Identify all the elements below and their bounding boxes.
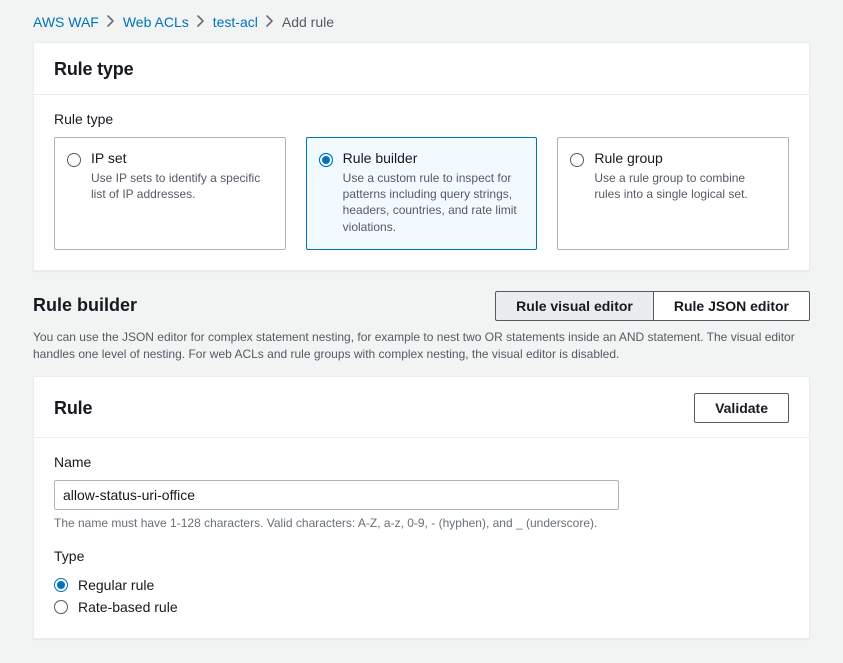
tile-ip-set[interactable]: IP set Use IP sets to identify a specifi…	[54, 137, 286, 250]
radio-rate-based-rule[interactable]: Rate-based rule	[54, 596, 789, 618]
tile-rule-builder[interactable]: Rule builder Use a custom rule to inspec…	[306, 137, 538, 250]
editor-toggle: Rule visual editor Rule JSON editor	[495, 291, 810, 321]
tab-visual-editor[interactable]: Rule visual editor	[495, 291, 653, 321]
radio-icon	[54, 578, 68, 592]
tile-desc: Use a rule group to combine rules into a…	[594, 170, 774, 202]
tile-rule-group[interactable]: Rule group Use a rule group to combine r…	[557, 137, 789, 250]
field-label-rule-type: Rule type	[54, 111, 789, 127]
tile-desc: Use IP sets to identify a specific list …	[91, 170, 271, 202]
radio-label: Regular rule	[78, 577, 154, 593]
radio-label: Rate-based rule	[78, 599, 178, 615]
breadcrumb-link-aws-waf[interactable]: AWS WAF	[33, 14, 99, 30]
breadcrumb-current: Add rule	[282, 14, 334, 30]
validate-button[interactable]: Validate	[694, 393, 789, 423]
radio-icon	[67, 153, 81, 167]
tile-title: IP set	[91, 150, 271, 166]
radio-icon	[319, 153, 333, 167]
panel-title-rule: Rule	[54, 398, 92, 419]
radio-regular-rule[interactable]: Regular rule	[54, 574, 789, 596]
name-hint: The name must have 1-128 characters. Val…	[54, 516, 789, 530]
section-title-rule-builder: Rule builder	[33, 295, 137, 316]
editor-help-text: You can use the JSON editor for complex …	[33, 329, 810, 363]
tile-title: Rule builder	[343, 150, 523, 166]
field-label-name: Name	[54, 454, 789, 470]
breadcrumb-link-web-acls[interactable]: Web ACLs	[123, 14, 189, 30]
rule-name-input[interactable]	[54, 480, 619, 510]
tile-title: Rule group	[594, 150, 774, 166]
radio-icon	[570, 153, 584, 167]
tile-desc: Use a custom rule to inspect for pattern…	[343, 170, 523, 235]
breadcrumb-link-test-acl[interactable]: test-acl	[213, 14, 258, 30]
rule-panel: Rule Validate Name The name must have 1-…	[33, 376, 810, 639]
chevron-right-icon	[107, 14, 115, 30]
field-label-type: Type	[54, 548, 789, 564]
chevron-right-icon	[197, 14, 205, 30]
radio-icon	[54, 600, 68, 614]
rule-type-panel: Rule type Rule type IP set Use IP sets t…	[33, 42, 810, 271]
tab-json-editor[interactable]: Rule JSON editor	[653, 291, 810, 321]
panel-title-rule-type: Rule type	[54, 59, 133, 80]
chevron-right-icon	[266, 14, 274, 30]
breadcrumb: AWS WAF Web ACLs test-acl Add rule	[9, 10, 834, 42]
